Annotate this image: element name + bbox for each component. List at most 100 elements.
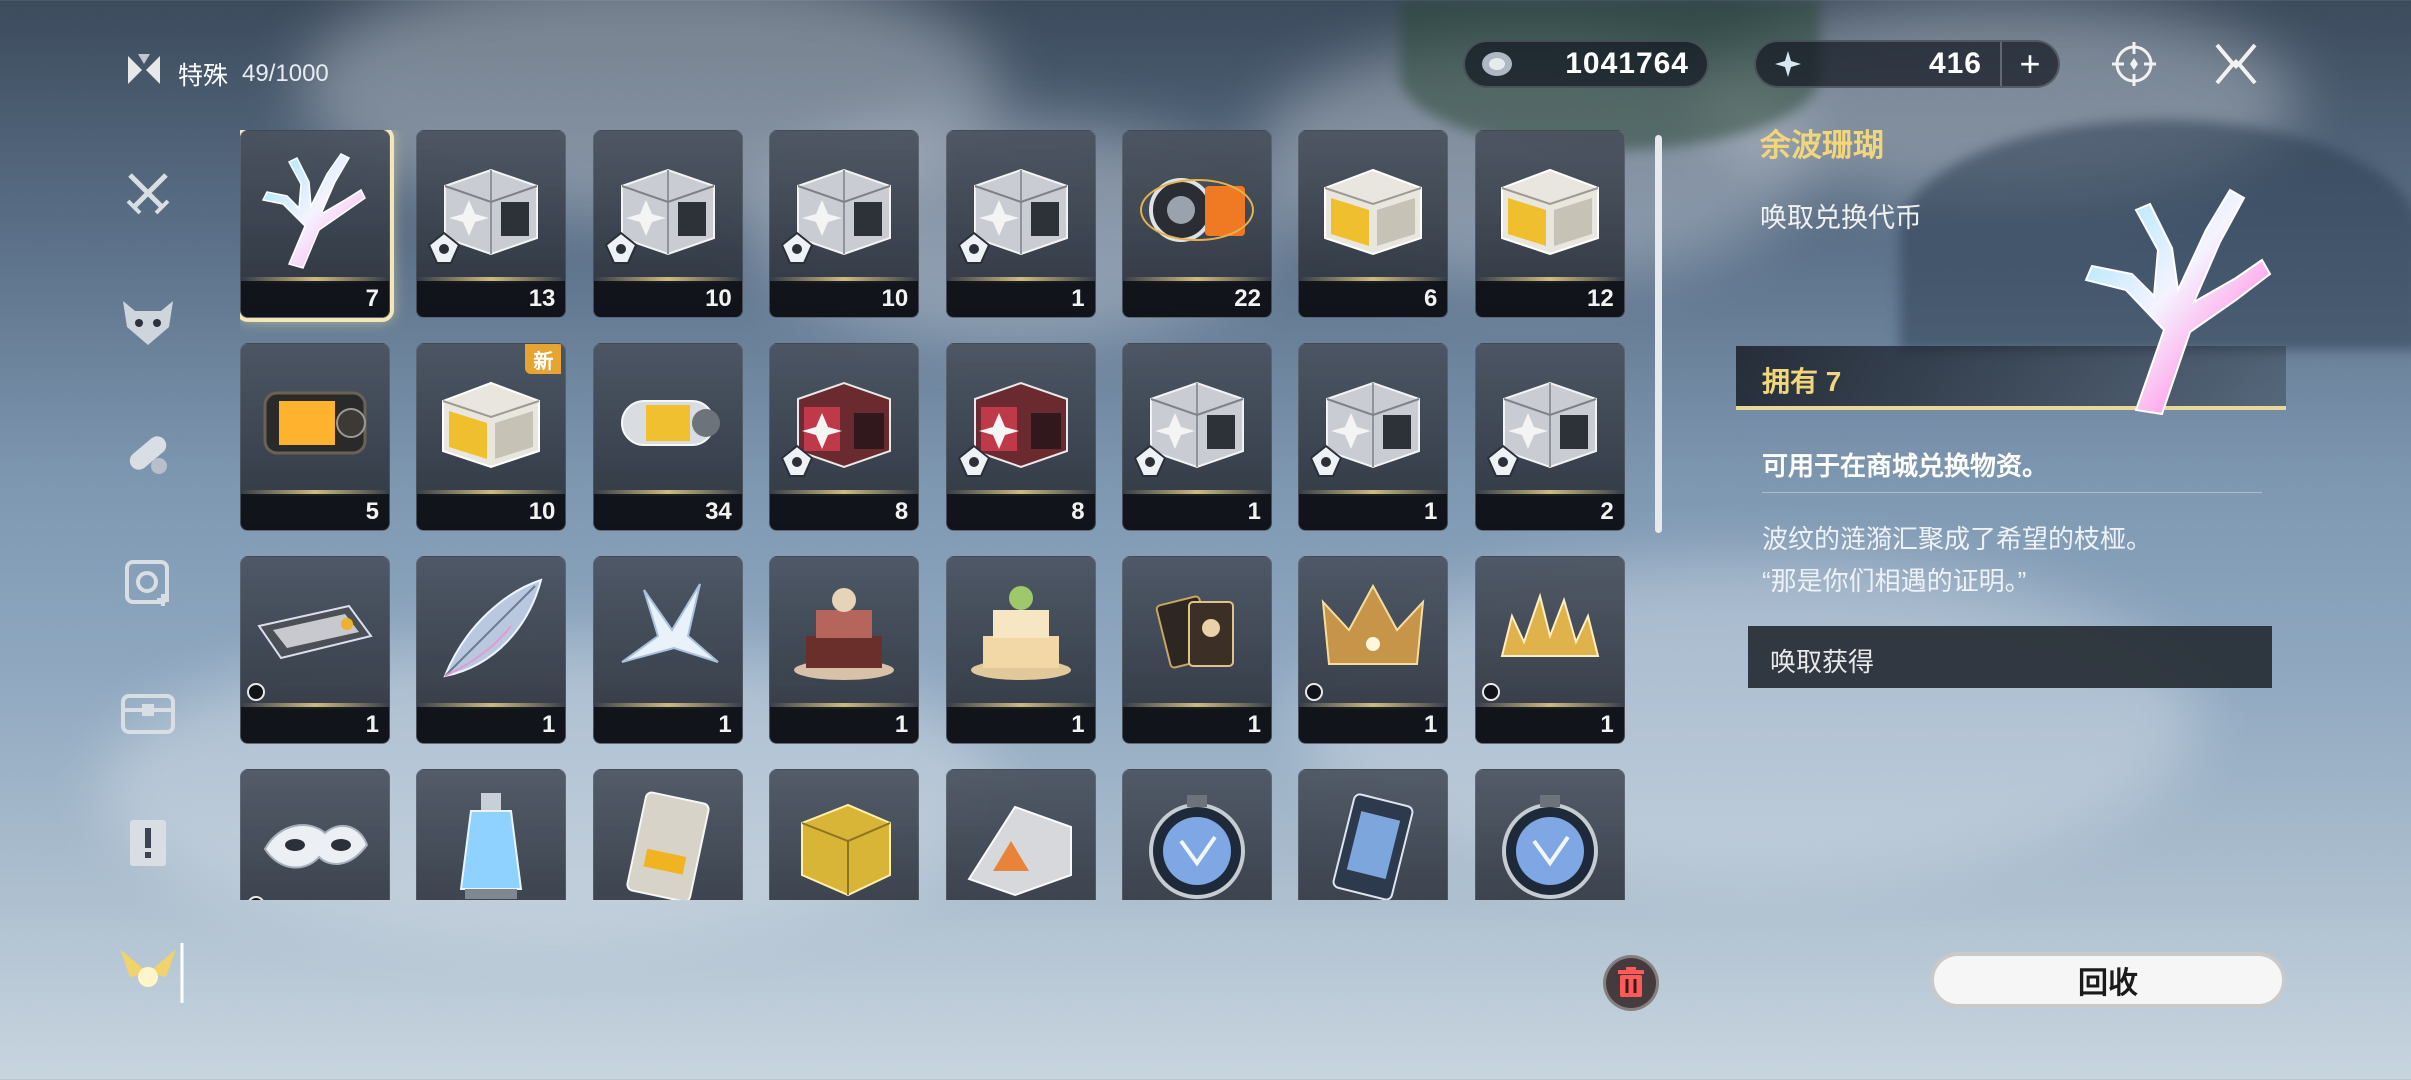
item-count: 34	[705, 498, 732, 525]
item-icon	[241, 344, 389, 494]
item-slot[interactable]: 10 新	[416, 343, 567, 531]
item-slot[interactable]: 1	[1121, 343, 1272, 531]
item-slot[interactable]: 1	[416, 556, 567, 744]
winged-emblem-icon	[120, 943, 184, 1003]
item-count-bar: 1	[770, 707, 919, 743]
item-slot[interactable]: 13	[416, 130, 567, 318]
item-slot[interactable]: 12	[1474, 130, 1625, 318]
item-icon	[1476, 131, 1624, 281]
currency-shell-credit[interactable]: 1041764	[1463, 40, 1709, 88]
item-count: 1	[1071, 711, 1085, 738]
item-count-bar: 7	[241, 281, 389, 317]
item-count-bar: 10	[593, 281, 742, 317]
category-icon	[124, 50, 164, 97]
item-slot[interactable]: 6	[1298, 130, 1449, 318]
item-icon	[770, 770, 918, 900]
item-icon	[417, 557, 565, 707]
item-lore: 波纹的涟漪汇聚成了希望的枝桠。 “那是你们相遇的证明。”	[1762, 518, 2152, 602]
item-slot[interactable]: 1	[945, 130, 1096, 318]
nav-resources[interactable]	[112, 677, 184, 749]
shell-credit-icon	[1479, 46, 1515, 82]
shell-credit-value: 1041764	[1565, 47, 1689, 80]
item-slot[interactable]	[1121, 769, 1272, 900]
item-count-bar: 1	[417, 707, 566, 743]
item-slot[interactable]	[945, 769, 1096, 900]
trash-icon	[1618, 967, 1644, 997]
item-slot[interactable]: 5	[240, 343, 390, 531]
discard-button[interactable]	[1603, 955, 1659, 1011]
acquire-source-label: 唤取获得	[1770, 647, 1875, 677]
item-count: 10	[705, 285, 732, 312]
nav-materials[interactable]	[112, 547, 184, 619]
item-icon	[1299, 131, 1447, 281]
item-count-bar: 22	[1122, 281, 1271, 317]
nav-special-selected[interactable]	[112, 937, 184, 1009]
item-count-bar: 1	[1299, 707, 1448, 743]
grid-scrollbar[interactable]	[1655, 135, 1662, 533]
item-count-bar: 13	[417, 281, 566, 317]
item-count-bar: 1	[1299, 494, 1448, 530]
item-count-bar: 1	[241, 707, 389, 743]
item-count-bar: 1	[593, 707, 742, 743]
item-count: 22	[1234, 285, 1261, 312]
item-count: 10	[528, 498, 556, 525]
item-slot[interactable]: 1	[1298, 556, 1449, 744]
recycle-button[interactable]: 回收	[1930, 952, 2286, 1008]
currency-astrite[interactable]: 416 +	[1754, 40, 2060, 88]
item-slot[interactable]	[1298, 769, 1449, 900]
item-slot[interactable]	[416, 769, 567, 900]
item-slot[interactable]: 34	[592, 343, 743, 531]
lore-line-1: 波纹的涟漪汇聚成了希望的枝桠。	[1762, 524, 2153, 554]
lock-status-icon	[1481, 683, 1500, 701]
item-count-bar: 1	[946, 707, 1095, 743]
item-count: 1	[1600, 711, 1614, 738]
item-count-bar: 2	[1475, 494, 1624, 530]
capsule-icon	[129, 436, 167, 474]
item-icon	[1299, 557, 1447, 707]
item-slot[interactable]: 10	[592, 130, 743, 318]
item-slot[interactable]: 1	[592, 556, 743, 744]
item-icon	[947, 770, 1095, 900]
item-icon	[770, 557, 918, 707]
item-slot[interactable]: 22	[1121, 130, 1272, 318]
nav-weapons[interactable]	[112, 157, 184, 229]
item-icon	[241, 131, 389, 281]
item-slot[interactable]: 1	[240, 556, 390, 744]
item-description: 可用于在商城兑换物资。	[1762, 451, 2049, 481]
item-slot[interactable]: 1	[945, 556, 1096, 744]
item-icon	[241, 770, 389, 900]
item-icon	[1123, 131, 1271, 281]
item-slot[interactable]: 8	[769, 343, 920, 531]
new-badge: 新	[525, 344, 562, 374]
nav-echoes[interactable]	[112, 287, 184, 359]
item-slot[interactable]	[592, 769, 743, 900]
item-count: 5	[365, 498, 379, 525]
item-slot[interactable]: 1	[1474, 556, 1625, 744]
item-count-bar: 10	[770, 281, 919, 317]
add-astrite-button[interactable]: +	[2000, 42, 2058, 86]
target-settings-icon[interactable]	[2104, 34, 2164, 94]
nav-quest-items[interactable]	[112, 807, 184, 879]
category-label: 特殊	[178, 61, 229, 90]
item-slot[interactable]	[240, 769, 390, 900]
item-slot[interactable]: 1	[1121, 556, 1272, 744]
item-slot[interactable]: 10	[769, 130, 920, 318]
rarity-emblem-icon	[427, 231, 461, 265]
item-preview-image	[2066, 170, 2276, 420]
item-count-bar: 8	[770, 494, 919, 530]
item-slot[interactable]: 7	[240, 130, 390, 318]
item-slot[interactable]: 1	[769, 556, 920, 744]
nav-consumables[interactable]	[112, 417, 184, 489]
item-icon	[1123, 557, 1271, 707]
notice-icon	[130, 820, 166, 866]
item-count-bar: 12	[1475, 281, 1624, 317]
close-icon[interactable]	[2206, 34, 2266, 94]
item-slot[interactable]: 2	[1474, 343, 1625, 531]
acquire-source-button[interactable]: 唤取获得	[1748, 626, 2272, 688]
rarity-emblem-icon	[780, 444, 814, 478]
item-count: 8	[1071, 498, 1085, 525]
item-slot[interactable]: 1	[1298, 343, 1449, 531]
item-slot[interactable]	[769, 769, 920, 900]
item-slot[interactable]	[1474, 769, 1625, 900]
item-slot[interactable]: 8	[945, 343, 1096, 531]
